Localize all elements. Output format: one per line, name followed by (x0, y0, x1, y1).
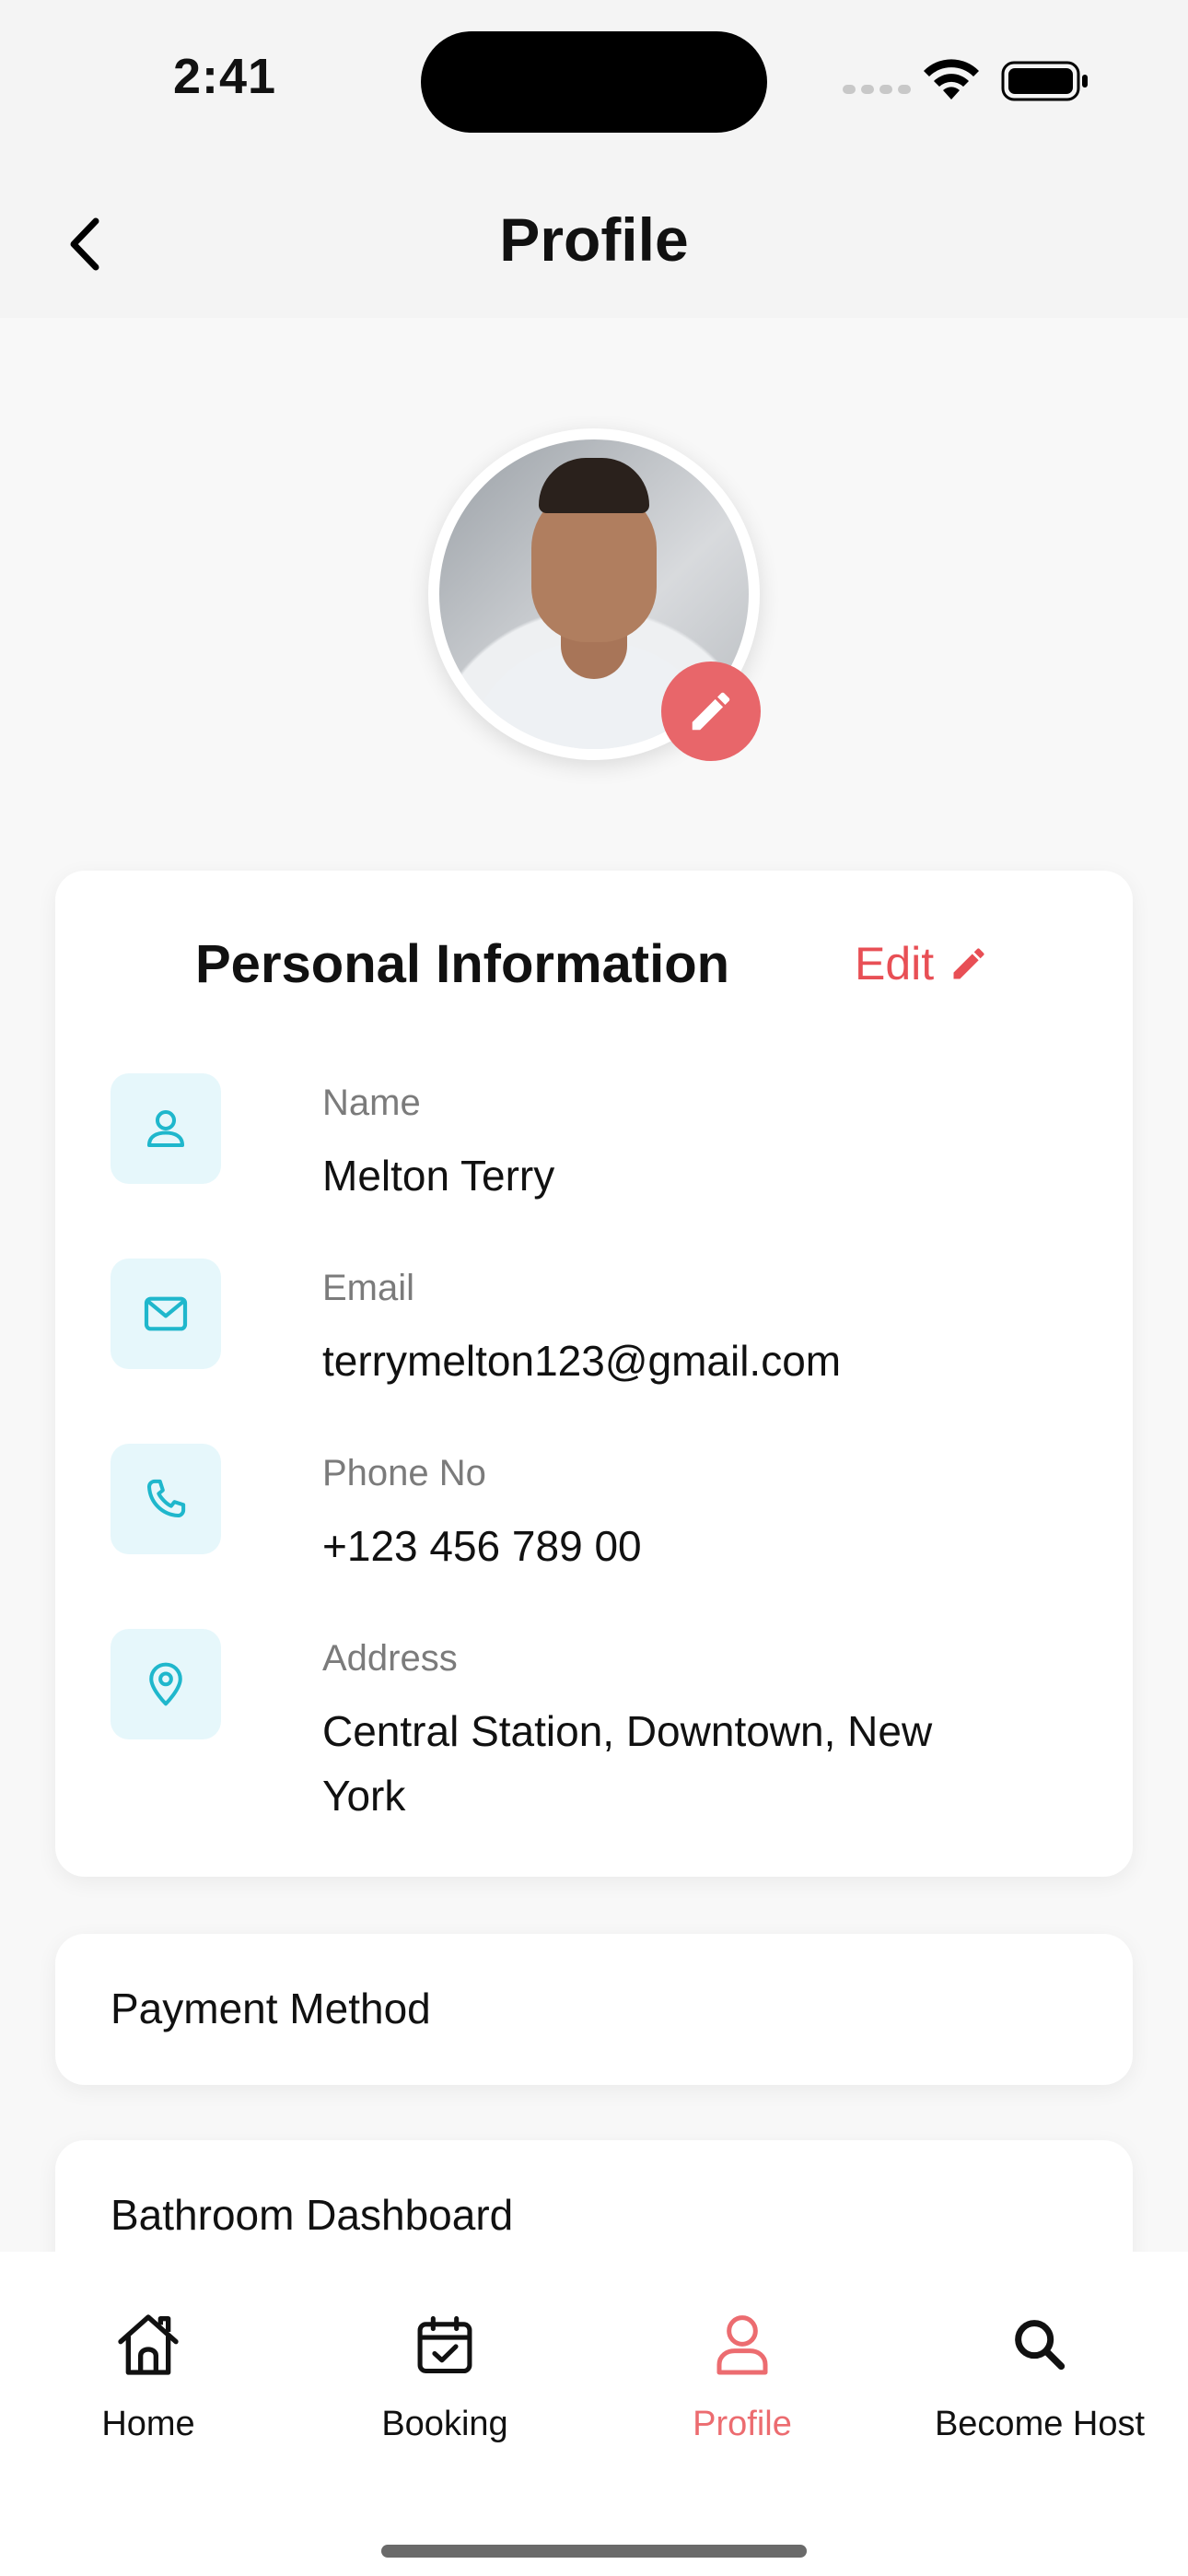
pencil-icon (953, 948, 984, 979)
info-row-phone: Phone No +123 456 789 00 (111, 1444, 1087, 1591)
phone-icon (146, 1479, 186, 1518)
field-label: Email (322, 1268, 415, 1308)
tab-label: Profile (693, 2405, 792, 2443)
info-row-name: Name Melton Terry (111, 1073, 1087, 1221)
personal-information-card: Personal Information Edit Name Melton Te… (55, 871, 1133, 1877)
battery-icon (1001, 61, 1088, 101)
pencil-icon (692, 692, 730, 731)
tab-label: Become Host (934, 2405, 1146, 2443)
person-icon (146, 1109, 185, 1148)
menu-item-label: Bathroom Dashboard (111, 2191, 514, 2239)
status-time: 2:41 (173, 49, 277, 104)
payment-method-item[interactable]: Payment Method (55, 1934, 1133, 2085)
name-icon-box (111, 1073, 221, 1184)
wifi-icon (924, 59, 979, 100)
tab-label: Booking (381, 2405, 508, 2443)
tab-home[interactable]: Home (10, 2303, 286, 2444)
tab-label: Home (101, 2405, 195, 2443)
menu-item-label: Payment Method (111, 1985, 431, 2032)
home-icon (118, 2314, 179, 2375)
section-title: Personal Information (195, 934, 730, 994)
page-title: Profile (499, 205, 689, 274)
home-indicator[interactable] (381, 2545, 807, 2558)
cellular-signal-icon (843, 85, 911, 94)
field-value: Central Station, Downtown, New York (322, 1707, 933, 1820)
field-label: Address (322, 1638, 458, 1679)
calendar-check-icon (417, 2315, 472, 2374)
field-value: Melton Terry (322, 1152, 555, 1200)
field-value: terrymelton123@gmail.com (322, 1337, 842, 1385)
edit-button[interactable]: Edit (855, 937, 989, 990)
search-icon (1015, 2320, 1066, 2371)
status-bar: 2:41 (0, 0, 1188, 184)
dynamic-island (421, 31, 767, 133)
info-row-address: Address Central Station, Downtown, New Y… (111, 1629, 1087, 1832)
field-label: Name (322, 1083, 421, 1123)
tab-booking[interactable]: Booking (307, 2303, 583, 2444)
tab-become-host[interactable]: Become Host (902, 2303, 1178, 2444)
bottom-tab-bar: Home Booking Profile Become Host (0, 2252, 1188, 2576)
navigation-bar: Profile (0, 184, 1188, 318)
field-value: +123 456 789 00 (322, 1522, 642, 1570)
edit-photo-button[interactable] (661, 662, 761, 761)
mail-icon (144, 1296, 188, 1331)
field-label: Phone No (322, 1453, 486, 1493)
location-pin-icon (149, 1662, 182, 1706)
phone-icon-box (111, 1444, 221, 1554)
person-icon (716, 2315, 768, 2375)
email-icon-box (111, 1259, 221, 1369)
info-row-email: Email terrymelton123@gmail.com (111, 1259, 1087, 1406)
tab-profile[interactable]: Profile (604, 2303, 880, 2444)
address-icon-box (111, 1629, 221, 1739)
edit-label: Edit (855, 938, 935, 989)
